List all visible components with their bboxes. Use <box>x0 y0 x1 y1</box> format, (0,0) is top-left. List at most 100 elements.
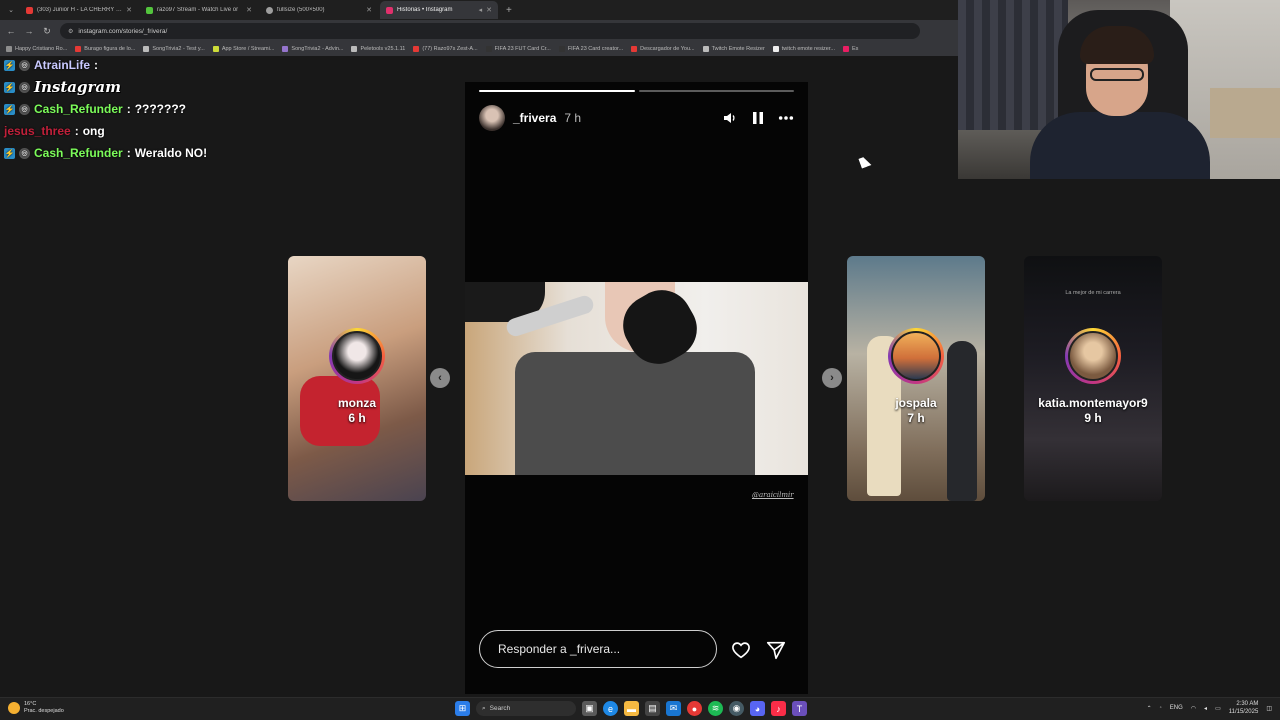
chat-message: ⚡ ◎ Cash_Refunder : Weraldo NO! <box>0 142 300 164</box>
story-thumb-katia[interactable]: La mejor de mi carrera katia.montemayor9… <box>1024 256 1162 501</box>
story-thumb-jospala[interactable]: jospala 7 h <box>847 256 985 501</box>
bookmark-item[interactable]: FIFA 23 FUT Card Cr... <box>485 46 551 52</box>
chat-text: Weraldo NO! <box>134 146 208 160</box>
taskbar-search[interactable]: ⌕ Search <box>476 701 576 716</box>
clock[interactable]: 2:30 AM 11/15/2025 <box>1229 700 1259 716</box>
audio-icon[interactable]: ◂ <box>479 6 483 14</box>
mic-icon[interactable]: ◦ <box>1160 705 1162 711</box>
speaker-icon[interactable] <box>722 110 738 126</box>
weather-desc: Prac. despejado <box>24 708 64 714</box>
taskbar: 16°C Prac. despejado ⊞ ⌕ Search ▣ e ▬ ▤ … <box>0 697 1280 720</box>
chat-badge-icon: ◎ <box>19 81 30 93</box>
mail-icon[interactable]: ✉ <box>666 701 681 716</box>
windows-start-icon[interactable]: ⊞ <box>455 701 470 716</box>
browser-tab[interactable]: razo97 Stream - Watch Live or ✕ <box>140 1 258 19</box>
chat-username[interactable]: AtrainLife <box>34 58 90 72</box>
bookmark-label: FIFA 23 FUT Card Cr... <box>494 46 551 52</box>
bookmark-item[interactable]: FIFA 23 Card creator... <box>558 46 624 52</box>
wifi-icon[interactable]: ◠ <box>1191 705 1196 712</box>
send-icon[interactable] <box>765 639 787 661</box>
pause-icon[interactable] <box>750 110 766 126</box>
url-field[interactable]: ⚙ instagram.com/stories/_frivera/ <box>60 23 920 39</box>
thumb-caption: La mejor de mi carrera <box>1065 290 1121 296</box>
bookmark-label: Burago figura de lo... <box>84 46 136 52</box>
edge-icon[interactable]: e <box>603 701 618 716</box>
bookmark-item[interactable]: App Store / Streami... <box>212 46 275 52</box>
new-tab-button[interactable]: + <box>500 5 518 16</box>
bookmark-item[interactable]: (77) Razo97s Zest-A... <box>413 46 478 52</box>
weather-widget[interactable]: 16°C Prac. despejado <box>8 701 64 715</box>
spotify-icon[interactable]: ≋ <box>708 701 723 716</box>
volume-icon[interactable]: ◂ <box>1204 705 1207 712</box>
prev-story-button[interactable]: ‹ <box>430 368 450 388</box>
bookmark-item[interactable]: SongTrivia2 - Advin... <box>282 46 343 52</box>
teams-icon[interactable]: T <box>792 701 807 716</box>
webcam-glasses <box>1090 68 1144 81</box>
next-story-button[interactable]: › <box>822 368 842 388</box>
bookmark-item[interactable]: Burago figura de lo... <box>75 46 135 52</box>
bookmark-item[interactable]: Twitch Emote Resizer <box>702 46 765 52</box>
bookmark-label: Happy Cristiano Ro... <box>15 46 68 52</box>
back-icon[interactable]: ← <box>6 26 16 36</box>
bookmark-label: twitch emote resizer... <box>781 46 835 52</box>
obs-icon[interactable]: ◉ <box>729 701 744 716</box>
store-icon[interactable]: ▤ <box>645 701 660 716</box>
heart-icon[interactable] <box>730 639 752 661</box>
bookmark-item[interactable]: Happy Cristiano Ro... <box>6 46 67 52</box>
bookmark-item[interactable]: twitch emote resizer... <box>772 46 835 52</box>
site-info-icon[interactable]: ⚙ <box>68 28 73 35</box>
close-icon[interactable]: ✕ <box>126 6 132 14</box>
avatar <box>1068 331 1118 381</box>
chat-username[interactable]: Cash_Refunder <box>34 102 123 116</box>
forward-icon[interactable]: → <box>24 26 34 36</box>
story-progress <box>479 90 794 92</box>
browser-tab[interactable]: fullsize (500×500) ✕ <box>260 1 378 19</box>
chat-badge-icon: ⚡ <box>4 147 15 159</box>
bookmark-label: App Store / Streami... <box>221 46 275 52</box>
browser-tab[interactable]: (303) Junior H - LA CHERRY [Of ✕ <box>20 1 138 19</box>
search-label: Search <box>489 705 511 712</box>
bookmark-item[interactable]: SongTrivia2 - Test y... <box>143 46 205 52</box>
close-icon[interactable]: ✕ <box>366 6 372 14</box>
chrome-icon[interactable]: ● <box>687 701 702 716</box>
tab-label: razo97 Stream - Watch Live or <box>157 7 239 13</box>
close-icon[interactable]: ✕ <box>246 6 252 14</box>
bookmark-label: FIFA 23 Card creator... <box>567 46 624 52</box>
chevron-up-icon[interactable]: ⌃ <box>1147 705 1152 712</box>
file-explorer-icon[interactable]: ▬ <box>624 701 639 716</box>
tab-search-icon[interactable]: ⌄ <box>4 6 18 14</box>
chat-username[interactable]: jesus_three <box>4 124 71 138</box>
story-username[interactable]: _frivera <box>513 111 556 125</box>
address-bar: ← → ↻ ⚙ instagram.com/stories/_frivera/ <box>0 20 960 42</box>
browser-tab-active[interactable]: Historias • Instagram ◂ ✕ <box>380 1 498 19</box>
chat-separator: : <box>126 102 131 116</box>
reply-input[interactable]: Responder a _frivera... <box>479 630 717 668</box>
webcam-hair <box>1080 26 1154 64</box>
story-thumb-monza[interactable]: monza 6 h <box>288 256 426 501</box>
music-icon[interactable]: ♪ <box>771 701 786 716</box>
reload-icon[interactable]: ↻ <box>42 26 52 37</box>
screen: ⌄ (303) Junior H - LA CHERRY [Of ✕ razo9… <box>0 0 1280 720</box>
bookmark-item[interactable]: Peletools v25.1.11 <box>351 46 405 52</box>
bookmark-item[interactable]: Descargador de You... <box>631 46 695 52</box>
more-icon[interactable] <box>778 110 794 126</box>
bookmark-icon <box>143 46 150 52</box>
progress-fill <box>479 90 635 92</box>
battery-icon[interactable]: ▭ <box>1215 705 1221 712</box>
bookmark-label: SongTrivia2 - Advin... <box>291 46 344 52</box>
avatar[interactable] <box>479 105 505 131</box>
avatar-ring <box>1065 328 1121 384</box>
task-view-icon[interactable]: ▣ <box>582 701 597 716</box>
bookmark-icon <box>75 46 82 52</box>
chat-username[interactable]: Cash_Refunder <box>34 146 123 160</box>
discord-icon[interactable]: ◕ <box>750 701 765 716</box>
close-icon[interactable]: ✕ <box>486 6 492 14</box>
story-viewer[interactable]: _frivera 7 h @araicilmir Responder a _fr… <box>465 82 808 694</box>
bookmark-item[interactable]: Es <box>842 46 858 52</box>
language-indicator[interactable]: ENG <box>1170 705 1183 711</box>
webcam-sofa <box>1210 88 1280 138</box>
story-controls <box>722 110 794 126</box>
bookmark-label: Descargador de You... <box>640 46 695 52</box>
progress-segment <box>638 90 794 92</box>
notification-icon[interactable]: ◫ <box>1266 705 1272 712</box>
